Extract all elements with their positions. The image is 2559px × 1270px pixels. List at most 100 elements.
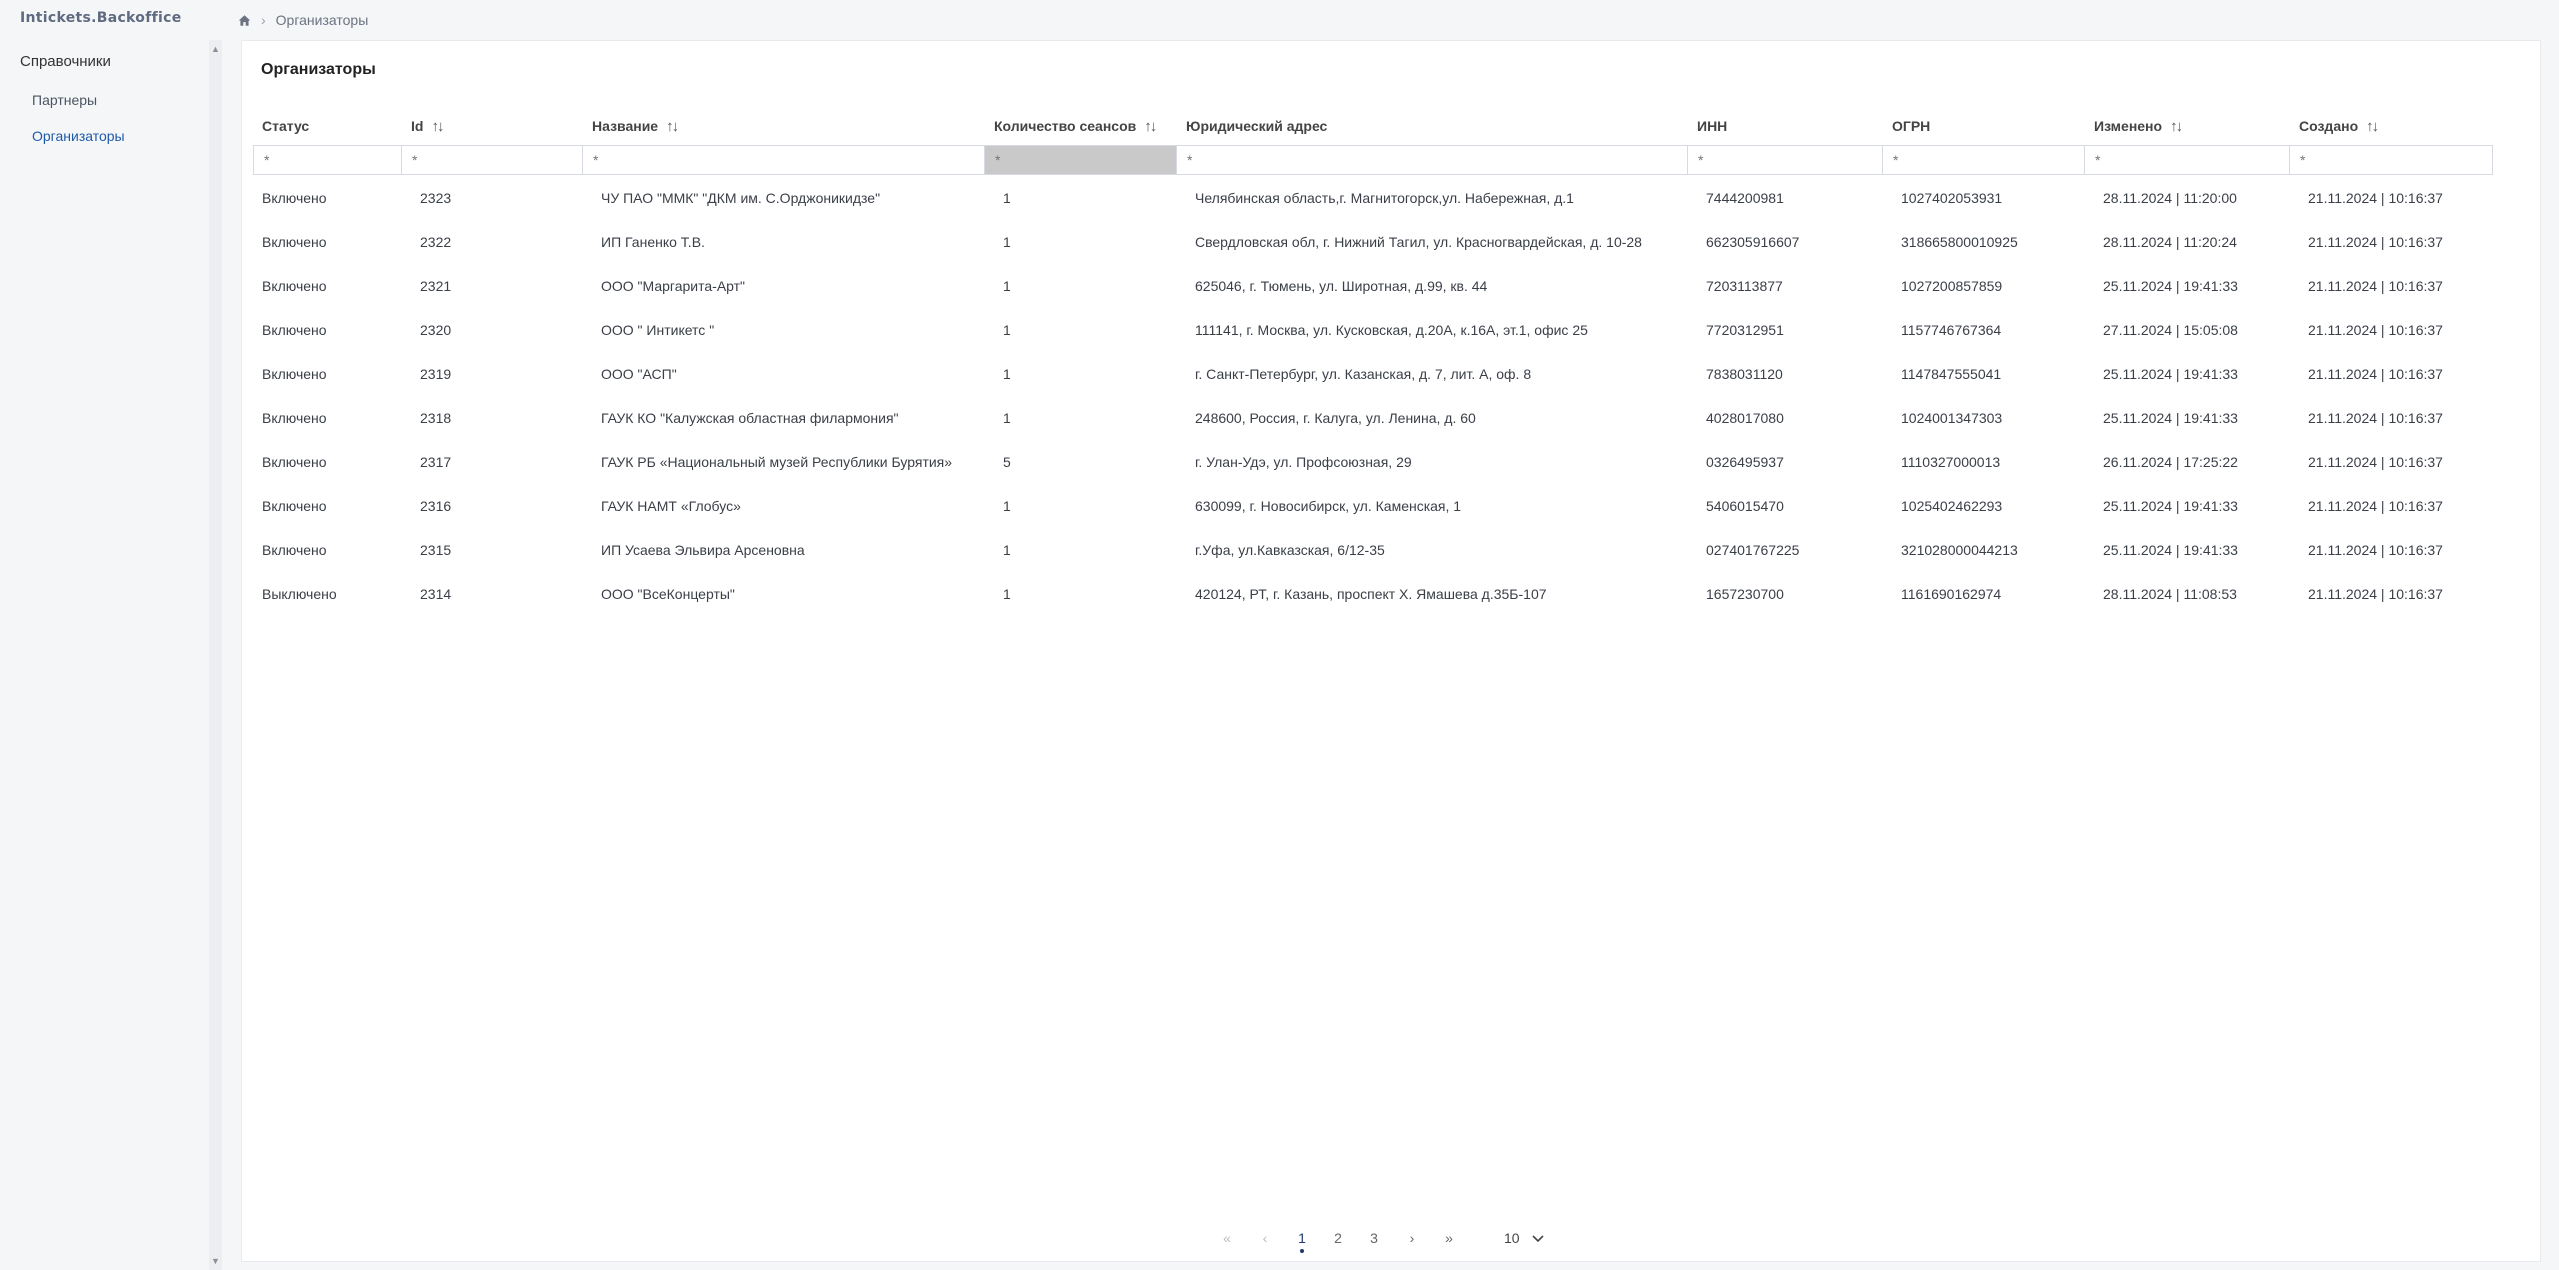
cell-inn: 5406015470 <box>1706 498 1784 514</box>
cell-ogrn: 321028000044213 <box>1901 542 2018 558</box>
table-row[interactable]: Включено 2315 ИП Усаева Эльвира Арсеновн… <box>254 528 2494 572</box>
filter-modified-cell <box>2085 146 2290 174</box>
column-header-id[interactable]: Id ↑↓ <box>411 111 444 141</box>
breadcrumb-current: Организаторы <box>275 12 369 28</box>
cell-ogrn: 1161690162974 <box>1901 586 2002 602</box>
filter-sessions-cell <box>985 146 1177 174</box>
sidebar-item-organizers[interactable]: Организаторы <box>32 128 125 144</box>
breadcrumb: › Организаторы <box>238 8 368 32</box>
filter-ogrn-input[interactable] <box>1891 146 2084 174</box>
cell-ogrn: 1025402462293 <box>1901 498 2003 514</box>
filter-id-input[interactable] <box>410 146 582 174</box>
scroll-up-icon[interactable]: ▲ <box>209 42 222 56</box>
chevron-right-icon: › <box>261 12 266 28</box>
cell-address: 630099, г. Новосибирск, ул. Каменская, 1 <box>1195 498 1462 514</box>
cell-created: 21.11.2024 | 10:16:37 <box>2308 322 2443 338</box>
filter-status-input[interactable] <box>262 146 401 174</box>
cell-created: 21.11.2024 | 10:16:37 <box>2308 410 2443 426</box>
sort-icon[interactable]: ↑↓ <box>431 118 444 135</box>
column-label: Количество сеансов <box>994 118 1137 134</box>
cell-name: ООО " Интикетс " <box>601 322 715 338</box>
scroll-down-icon[interactable]: ▼ <box>209 1254 222 1268</box>
cell-created: 21.11.2024 | 10:16:37 <box>2308 454 2443 470</box>
cell-name: ЧУ ПАО "ММК" "ДКМ им. С.Орджоникидзе" <box>601 190 881 206</box>
cell-sessions: 1 <box>1003 322 1011 338</box>
cell-name: ГАУК КО "Калужская областная филармония" <box>601 410 899 426</box>
cell-status: Включено <box>262 278 327 294</box>
cell-id: 2322 <box>420 234 452 250</box>
cell-created: 21.11.2024 | 10:16:37 <box>2308 234 2443 250</box>
page-button-3[interactable]: 3 <box>1364 1223 1384 1253</box>
cell-id: 2316 <box>420 498 452 514</box>
filter-name-cell <box>583 146 985 174</box>
sort-icon[interactable]: ↑↓ <box>2366 118 2379 135</box>
filter-modified-input[interactable] <box>2093 146 2289 174</box>
double-chevron-right-icon[interactable]: » <box>1437 1223 1461 1253</box>
cell-sessions: 5 <box>1003 454 1011 470</box>
cell-id: 2320 <box>420 322 452 338</box>
page-button-1[interactable]: 1 <box>1292 1223 1312 1253</box>
sidebar-scrollbar[interactable]: ▲ ▼ <box>209 40 222 1270</box>
table-row[interactable]: Включено 2321 ООО "Маргарита-Арт" 1 6250… <box>254 264 2494 308</box>
cell-name: ООО "ВсеКонцерты" <box>601 586 735 602</box>
column-label: Изменено <box>2094 118 2163 134</box>
filter-sessions-input[interactable] <box>993 146 1176 174</box>
cell-inn: 7838031120 <box>1706 366 1783 382</box>
column-label: ОГРН <box>1892 118 1931 134</box>
page-size-value: 10 <box>1504 1230 1520 1246</box>
sidebar-section-title[interactable]: Справочники <box>20 53 111 70</box>
filter-name-input[interactable] <box>591 146 984 174</box>
table-row[interactable]: Включено 2318 ГАУК КО "Калужская областн… <box>254 396 2494 440</box>
home-icon[interactable] <box>238 14 251 27</box>
cell-sessions: 1 <box>1003 410 1011 426</box>
app-logo[interactable]: Intickets.Backoffice <box>20 10 181 26</box>
table-row[interactable]: Включено 2319 ООО "АСП" 1 г. Санкт-Петер… <box>254 352 2494 396</box>
column-label: Статус <box>262 118 310 134</box>
chevron-left-icon[interactable]: ‹ <box>1255 1223 1275 1253</box>
filter-inn-input[interactable] <box>1696 146 1882 174</box>
cell-sessions: 1 <box>1003 190 1011 206</box>
sort-icon[interactable]: ↑↓ <box>666 118 679 135</box>
cell-created: 21.11.2024 | 10:16:37 <box>2308 586 2443 602</box>
filter-created-cell <box>2290 146 2492 174</box>
column-label: Название <box>592 118 659 134</box>
sort-icon[interactable]: ↑↓ <box>1144 118 1157 135</box>
cell-id: 2315 <box>420 542 452 558</box>
column-header-sessions-count[interactable]: Количество сеансов ↑↓ <box>994 111 1157 141</box>
cell-modified: 26.11.2024 | 17:25:22 <box>2103 454 2238 470</box>
chevron-right-icon[interactable]: › <box>1402 1223 1422 1253</box>
cell-inn: 027401767225 <box>1706 542 1800 558</box>
table-row[interactable]: Включено 2320 ООО " Интикетс " 1 111141,… <box>254 308 2494 352</box>
sort-icon[interactable]: ↑↓ <box>2170 118 2183 135</box>
cell-id: 2323 <box>420 190 452 206</box>
filter-address-input[interactable] <box>1185 146 1687 174</box>
double-chevron-left-icon[interactable]: « <box>1215 1223 1239 1253</box>
column-header-modified[interactable]: Изменено ↑↓ <box>2094 111 2183 141</box>
cell-address: 625046, г. Тюмень, ул. Широтная, д.99, к… <box>1195 278 1488 294</box>
column-header-name[interactable]: Название ↑↓ <box>592 111 679 141</box>
table-row[interactable]: Включено 2317 ГАУК РБ «Национальный музе… <box>254 440 2494 484</box>
cell-status: Выключено <box>262 586 337 602</box>
filter-id-cell <box>402 146 583 174</box>
cell-id: 2319 <box>420 366 452 382</box>
column-label: Id <box>411 118 424 134</box>
cell-name: ГАУК РБ «Национальный музей Республики Б… <box>601 454 953 470</box>
column-header-created[interactable]: Создано ↑↓ <box>2299 111 2379 141</box>
cell-address: 111141, г. Москва, ул. Кусковская, д.20А… <box>1195 322 1588 338</box>
cell-ogrn: 1157746767364 <box>1901 322 2002 338</box>
table-row[interactable]: Включено 2316 ГАУК НАМТ «Глобус» 1 63009… <box>254 484 2494 528</box>
table-row[interactable]: Включено 2322 ИП Ганенко Т.В. 1 Свердлов… <box>254 220 2494 264</box>
sidebar-item-partners[interactable]: Партнеры <box>32 92 97 108</box>
cell-address: г. Санкт-Петербург, ул. Казанская, д. 7,… <box>1195 366 1532 382</box>
page-size-select[interactable]: 10 <box>1504 1223 1544 1253</box>
table-row[interactable]: Включено 2323 ЧУ ПАО "ММК" "ДКМ им. С.Ор… <box>254 176 2494 220</box>
cell-address: г.Уфа, ул.Кавказская, 6/12-35 <box>1195 542 1385 558</box>
page-button-2[interactable]: 2 <box>1328 1223 1348 1253</box>
column-header-inn: ИНН <box>1697 111 1727 141</box>
cell-id: 2321 <box>420 278 452 294</box>
table-row[interactable]: Выключено 2314 ООО "ВсеКонцерты" 1 42012… <box>254 572 2494 616</box>
cell-modified: 25.11.2024 | 19:41:33 <box>2103 278 2238 294</box>
cell-status: Включено <box>262 410 327 426</box>
cell-address: 248600, Россия, г. Калуга, ул. Ленина, д… <box>1195 410 1476 426</box>
filter-created-input[interactable] <box>2298 146 2492 174</box>
